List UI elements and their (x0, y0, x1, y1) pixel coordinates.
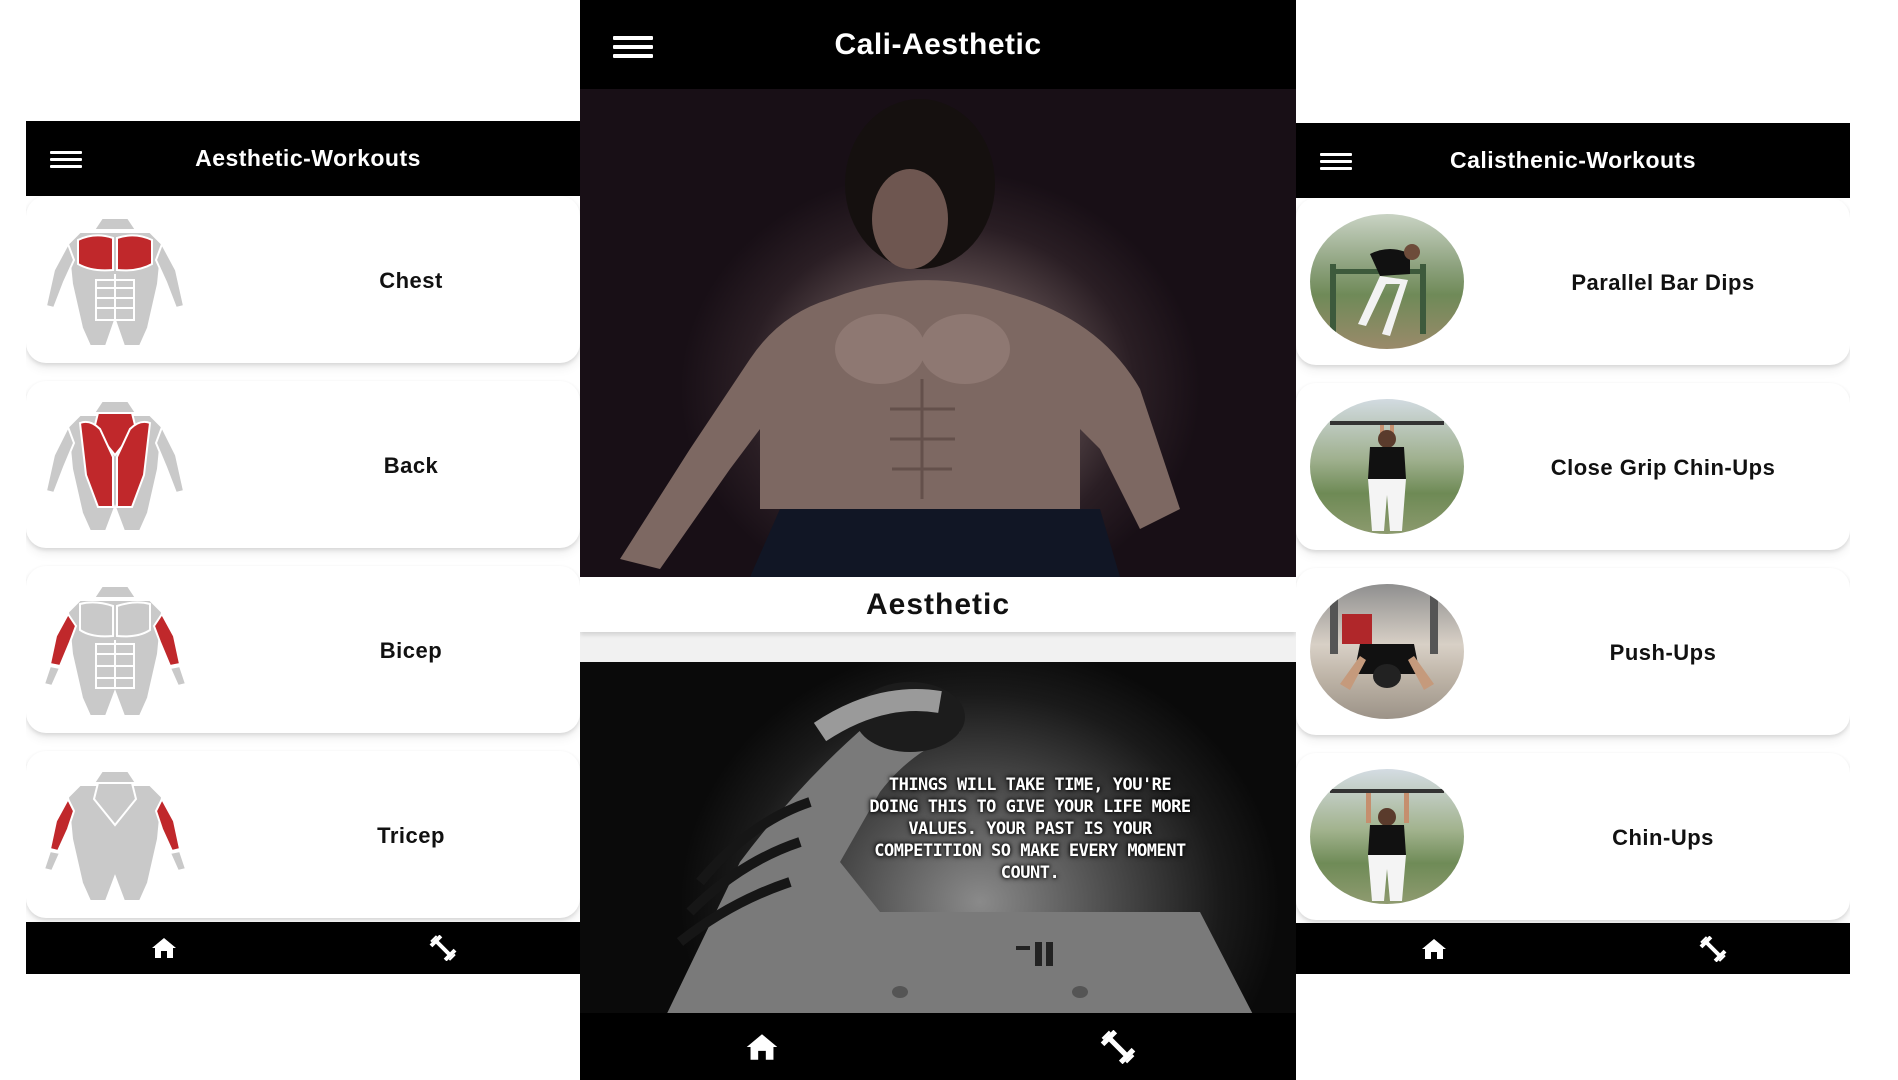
home-icon (1422, 939, 1446, 959)
back-muscle-icon (44, 400, 186, 532)
bottom-nav (1296, 923, 1850, 974)
workout-card-back[interactable]: Back (26, 381, 580, 548)
workout-label: Back (383, 453, 439, 478)
workout-card-dips[interactable]: Parallel Bar Dips (1296, 198, 1850, 365)
center-app-bar: Cali-Aesthetic (580, 0, 1296, 89)
dumbbell-icon (1100, 1030, 1136, 1064)
page-title: Cali-Aesthetic (834, 27, 1042, 61)
workout-card-close-grip-chin-ups[interactable]: Close Grip Chin-Ups (1296, 383, 1850, 550)
left-app-bar: Aesthetic-Workouts (26, 121, 580, 196)
tricep-muscle-icon (42, 770, 188, 902)
hero-image[interactable] (580, 89, 1296, 577)
nav-home[interactable] (737, 1028, 787, 1066)
workout-label: Chin-Ups (1612, 825, 1714, 850)
hero-caption-card: Aesthetic (580, 577, 1296, 632)
workout-card-bicep[interactable]: Bicep (26, 566, 580, 733)
bottom-nav (580, 1013, 1296, 1080)
nav-workouts[interactable] (1693, 933, 1733, 965)
motivational-quote: Things will take time, you're doing this… (869, 775, 1191, 883)
workout-label: Parallel Bar Dips (1571, 270, 1755, 295)
workout-label: Push-Ups (1609, 640, 1717, 665)
athlete-silhouette (620, 99, 1180, 577)
home-icon (152, 938, 176, 958)
bicep-muscle-icon (42, 585, 188, 717)
page-title: Aesthetic-Workouts (195, 145, 421, 171)
workout-label: Close Grip Chin-Ups (1550, 455, 1776, 480)
motivation-image[interactable]: Things will take time, you're doing this… (580, 662, 1296, 1028)
workout-label: Chest (379, 268, 443, 293)
workout-card-chin-ups[interactable]: Chin-Ups (1296, 753, 1850, 920)
left-screen: Aesthetic-Workouts Chest Back Bicep Tric… (26, 121, 580, 974)
right-screen: Calisthenic-Workouts Parallel Bar Dips C… (1296, 123, 1850, 974)
page-title: Calisthenic-Workouts (1450, 147, 1696, 173)
chest-muscle-icon (44, 217, 186, 347)
workout-card-push-ups[interactable]: Push-Ups (1296, 568, 1850, 735)
close-grip-chin-ups-thumbnail (1310, 399, 1464, 534)
workout-label: Bicep (379, 638, 443, 663)
bottom-nav (26, 922, 580, 974)
hero-caption: Aesthetic (865, 588, 1011, 621)
push-ups-thumbnail (1310, 584, 1464, 719)
nav-workouts[interactable] (1093, 1027, 1143, 1067)
dips-thumbnail (1310, 214, 1464, 349)
nav-home[interactable] (144, 932, 184, 964)
menu-icon[interactable] (613, 36, 653, 58)
right-app-bar: Calisthenic-Workouts (1296, 123, 1850, 198)
home-icon (746, 1034, 778, 1060)
dumbbell-icon (429, 935, 457, 961)
nav-home[interactable] (1414, 933, 1454, 965)
nav-workouts[interactable] (423, 932, 463, 964)
dumbbell-icon (1699, 936, 1727, 962)
menu-icon[interactable] (50, 151, 82, 168)
workout-label: Tricep (377, 823, 445, 848)
chin-ups-thumbnail (1310, 769, 1464, 904)
workout-card-chest[interactable]: Chest (26, 196, 580, 363)
center-screen: Cali-Aesthetic Aesthetic THINGS WILL TAK… (580, 0, 1296, 1080)
menu-icon[interactable] (1320, 153, 1352, 170)
workout-card-tricep[interactable]: Tricep (26, 751, 580, 918)
